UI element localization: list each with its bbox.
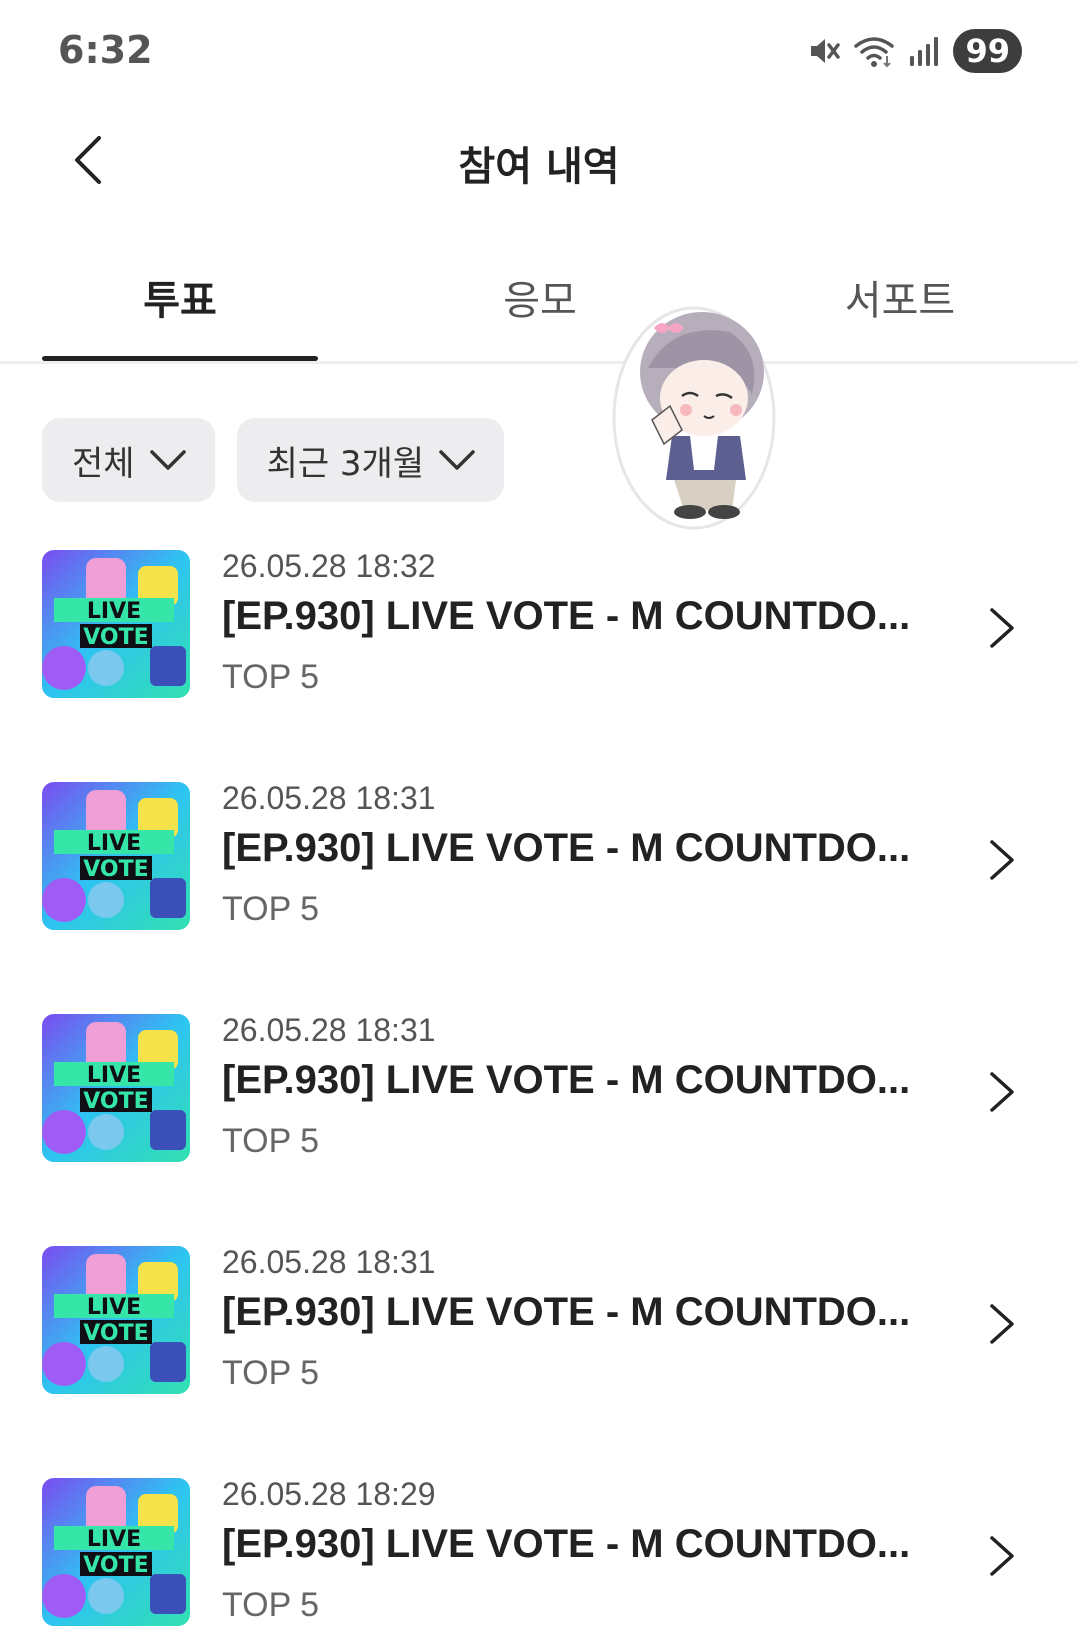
svg-text:LIVE: LIVE	[87, 599, 141, 624]
live-vote-thumbnail: LIVE VOTE	[42, 1478, 190, 1626]
live-vote-thumbnail: LIVE VOTE	[42, 1014, 190, 1162]
vote-history-list: LIVE VOTE 26.05.28 18:32 [EP.930] LIVE V…	[0, 548, 1078, 1652]
list-item[interactable]: LIVE VOTE 26.05.28 18:32 [EP.930] LIVE V…	[0, 548, 1078, 780]
chevron-right-icon	[990, 840, 1014, 880]
filter-type-dropdown[interactable]: 전체	[42, 418, 215, 502]
item-subtitle: TOP 5	[222, 1586, 320, 1624]
filter-period-label: 최근 3개월	[266, 443, 425, 484]
item-date: 26.05.28 18:29	[222, 1476, 436, 1512]
tab-bar: 투표 응모 서포트	[0, 250, 1078, 364]
item-date: 26.05.28 18:32	[222, 548, 436, 584]
svg-text:VOTE: VOTE	[83, 625, 148, 650]
svg-text:LIVE: LIVE	[87, 1295, 141, 1320]
item-subtitle: TOP 5	[222, 1354, 320, 1392]
list-item[interactable]: LIVE VOTE 26.05.28 18:31 [EP.930] LIVE V…	[0, 780, 1078, 1012]
svg-text:LIVE: LIVE	[87, 831, 141, 856]
svg-text:VOTE: VOTE	[83, 1089, 148, 1114]
chevron-down-icon	[439, 450, 475, 470]
filter-bar: 전체 최근 3개월	[42, 418, 505, 502]
item-title: [EP.930] LIVE VOTE - M COUNTDO...	[222, 826, 911, 870]
filter-type-label: 전체	[72, 443, 135, 484]
item-title: [EP.930] LIVE VOTE - M COUNTDO...	[222, 1290, 911, 1334]
active-tab-indicator	[42, 356, 318, 361]
filter-period-dropdown[interactable]: 최근 3개월	[236, 418, 505, 502]
status-time: 6:32	[58, 28, 153, 72]
tab-support[interactable]: 서포트	[760, 268, 1040, 326]
svg-text:LIVE: LIVE	[87, 1063, 141, 1088]
list-item[interactable]: LIVE VOTE 26.05.28 18:31 [EP.930] LIVE V…	[0, 1012, 1078, 1244]
chevron-right-icon	[990, 1536, 1014, 1576]
list-item[interactable]: LIVE VOTE 26.05.28 18:31 [EP.930] LIVE V…	[0, 1244, 1078, 1476]
chevron-right-icon	[990, 1072, 1014, 1112]
app-header: 참여 내역	[0, 110, 1078, 210]
chevron-down-icon	[149, 450, 186, 470]
item-title: [EP.930] LIVE VOTE - M COUNTDO...	[222, 594, 911, 638]
svg-text:LIVE: LIVE	[87, 1527, 141, 1552]
live-vote-thumbnail: LIVE VOTE	[42, 1246, 190, 1394]
svg-text:VOTE: VOTE	[83, 1553, 148, 1578]
live-vote-thumbnail: LIVE VOTE	[42, 550, 190, 698]
item-subtitle: TOP 5	[222, 658, 320, 696]
wifi-icon	[854, 37, 895, 68]
mute-icon	[811, 39, 841, 63]
status-bar: 6:32 99	[0, 0, 1078, 100]
battery-indicator: 99	[953, 29, 1022, 73]
svg-text:VOTE: VOTE	[83, 1321, 148, 1346]
tab-vote[interactable]: 투표	[40, 268, 320, 326]
character-sticker	[612, 306, 776, 530]
item-title: [EP.930] LIVE VOTE - M COUNTDO...	[222, 1522, 911, 1566]
item-title: [EP.930] LIVE VOTE - M COUNTDO...	[222, 1058, 911, 1102]
svg-text:VOTE: VOTE	[83, 857, 148, 882]
live-vote-thumbnail: LIVE VOTE	[42, 782, 190, 930]
item-subtitle: TOP 5	[222, 1122, 320, 1160]
signal-icon	[910, 37, 939, 66]
item-subtitle: TOP 5	[222, 890, 320, 928]
chevron-right-icon	[990, 608, 1014, 648]
status-icons: 99	[807, 28, 1022, 74]
item-date: 26.05.28 18:31	[222, 1244, 436, 1280]
item-date: 26.05.28 18:31	[222, 780, 436, 816]
page-title: 참여 내역	[458, 144, 620, 190]
item-date: 26.05.28 18:31	[222, 1012, 436, 1048]
list-item[interactable]: LIVE VOTE 26.05.28 18:29 [EP.930] LIVE V…	[0, 1476, 1078, 1652]
chevron-right-icon	[990, 1304, 1014, 1344]
